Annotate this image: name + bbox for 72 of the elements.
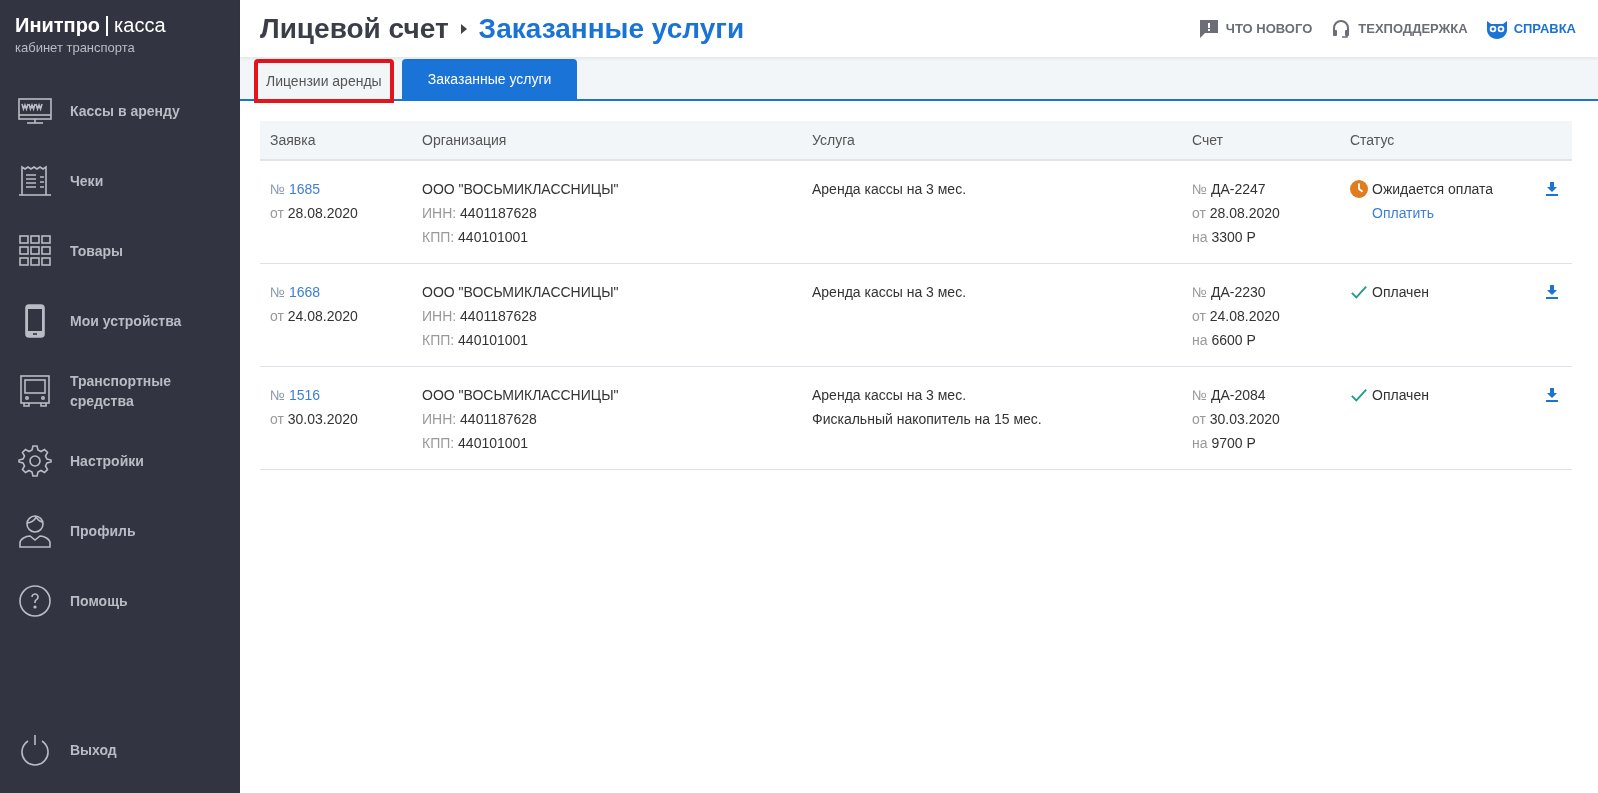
inn-text: ИНН: 4401187628 — [422, 204, 538, 223]
sidebar-item[interactable]: Настройки — [0, 426, 240, 496]
order-link[interactable]: 1516 — [288, 387, 321, 403]
kpp-text: КПП: 440101001 — [422, 434, 530, 453]
receipt-icon — [17, 163, 53, 199]
inn-text: ИНН: 4401187628 — [422, 410, 538, 429]
chevron-icon — [460, 23, 467, 34]
kpp-text: КПП: 440101001 — [422, 331, 530, 350]
invoice-date: от 24.08.2020 — [1192, 307, 1281, 326]
invoice-date: от 28.08.2020 — [1192, 204, 1281, 223]
sidebar-item[interactable]: Мои устройства — [0, 286, 240, 356]
number-sign: № — [270, 387, 286, 403]
bus-icon — [17, 373, 53, 409]
header-link[interactable]: СПРАВКА — [1485, 18, 1576, 39]
status-text: Оплачен — [1372, 386, 1429, 405]
invoice-date: от 30.03.2020 — [1192, 410, 1281, 429]
service-text: Аренда кассы на 3 мес. — [812, 386, 968, 405]
column-header: Услуга — [811, 132, 856, 148]
sidebar-item[interactable]: Транспортные средства — [0, 356, 240, 426]
service-text: Аренда кассы на 3 мес. — [812, 283, 968, 302]
column-header: Счет — [1191, 132, 1224, 148]
header-link[interactable]: ЧТО НОВОГО — [1197, 18, 1313, 39]
invoice-amount: на 3300 Р — [1192, 228, 1257, 247]
invoice-number: № ДА-2084 — [1192, 386, 1267, 405]
service-text: Аренда кассы на 3 мес. — [812, 180, 968, 199]
logo-subtitle: кабинет транспорта — [15, 40, 136, 55]
invoice-amount: на 9700 Р — [1192, 434, 1257, 453]
inn-text: ИНН: 4401187628 — [422, 307, 538, 326]
organization-name: ООО "ВОСЬМИКЛАССНИЦЫ" — [422, 180, 620, 199]
order-date: от 30.03.2020 — [270, 410, 359, 429]
kpp-text: КПП: 440101001 — [422, 228, 530, 247]
invoice-number: № ДА-2230 — [1192, 283, 1267, 302]
sidebar-item[interactable]: Профиль — [0, 496, 240, 566]
service-text: Фискальный накопитель на 15 мес. — [812, 410, 1043, 429]
status-text: Ожидается оплата — [1372, 180, 1494, 199]
order-link[interactable]: 1685 — [288, 181, 321, 197]
settings-icon — [17, 443, 53, 479]
order-date: от 28.08.2020 — [270, 204, 359, 223]
page-title: Заказанные услуги — [478, 12, 745, 45]
column-header: Заявка — [269, 132, 317, 148]
person-icon — [17, 513, 53, 549]
breadcrumb-link[interactable]: Лицевой счет — [260, 12, 449, 45]
brand-name: Инитпро — [15, 14, 101, 37]
logo-divider — [106, 15, 109, 36]
product-name: касса — [114, 14, 166, 37]
order-link[interactable]: 1668 — [288, 284, 321, 300]
sidebar-item[interactable]: Помощь — [0, 566, 240, 636]
tab[interactable]: Лицензии аренды — [254, 59, 394, 103]
sidebar-item[interactable]: Товары — [0, 216, 240, 286]
tab[interactable]: Заказанные услуги — [401, 59, 578, 99]
message-icon — [1197, 18, 1220, 39]
help-icon — [17, 583, 53, 619]
grid-icon — [17, 233, 53, 269]
invoice-amount: на 6600 Р — [1192, 331, 1257, 350]
pay-link[interactable]: Оплатить — [1350, 201, 1522, 225]
header-link[interactable]: ТЕХПОДДЕРЖКА — [1330, 18, 1468, 39]
sidebar-item[interactable]: Чеки — [0, 146, 240, 216]
invoice-number: № ДА-2247 — [1192, 180, 1267, 199]
column-header: Статус — [1349, 132, 1396, 148]
download-icon[interactable] — [1546, 388, 1558, 402]
download-icon[interactable] — [1546, 285, 1558, 299]
number-sign: № — [270, 284, 286, 300]
status-text: Оплачен — [1372, 283, 1429, 302]
download-icon[interactable] — [1546, 182, 1558, 196]
owl-icon — [1485, 18, 1508, 39]
logout-item[interactable]: Выход — [0, 715, 240, 785]
order-date: от 24.08.2020 — [270, 307, 359, 326]
organization-name: ООО "ВОСЬМИКЛАССНИЦЫ" — [422, 283, 620, 302]
organization-name: ООО "ВОСЬМИКЛАССНИЦЫ" — [422, 386, 620, 405]
sidebar-item[interactable]: Кассы в аренду — [0, 76, 240, 146]
number-sign: № — [270, 181, 286, 197]
column-header: Организация — [421, 132, 508, 148]
